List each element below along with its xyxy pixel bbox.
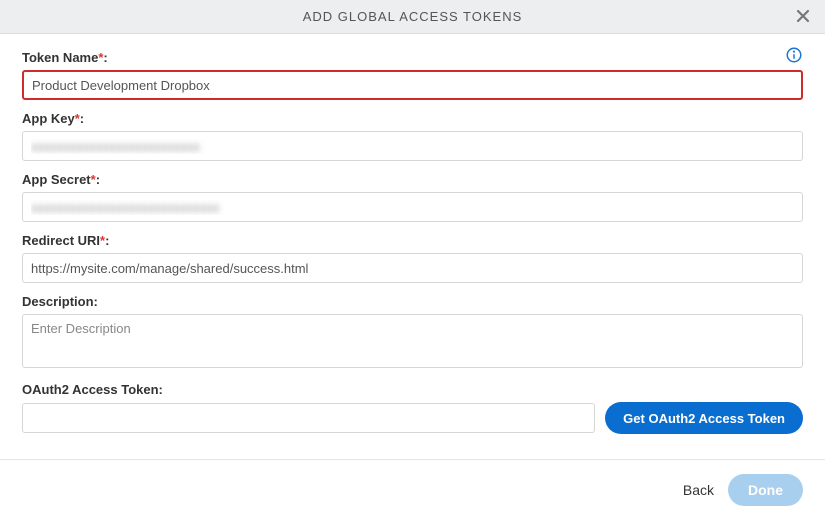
dialog-title: ADD GLOBAL ACCESS TOKENS — [303, 9, 523, 24]
field-token-name: Token Name*: — [22, 50, 803, 100]
field-redirect-uri: Redirect URI*: — [22, 233, 803, 283]
label-token-name: Token Name*: — [22, 50, 803, 65]
oauth-token-input[interactable] — [22, 403, 595, 433]
label-description: Description: — [22, 294, 803, 309]
back-button[interactable]: Back — [683, 482, 714, 498]
field-app-secret: App Secret*: — [22, 172, 803, 222]
dialog-header: ADD GLOBAL ACCESS TOKENS — [0, 0, 825, 34]
redirect-uri-input[interactable] — [22, 253, 803, 283]
field-app-key: App Key*: — [22, 111, 803, 161]
label-redirect-uri: Redirect URI*: — [22, 233, 803, 248]
app-key-input[interactable] — [22, 131, 803, 161]
dialog-footer: Back Done — [0, 459, 825, 524]
dialog-content: Token Name*: App Key*: App Secret*: Redi… — [0, 34, 825, 451]
done-button[interactable]: Done — [728, 474, 803, 506]
info-icon[interactable] — [785, 46, 803, 64]
label-app-key: App Key*: — [22, 111, 803, 126]
token-name-input[interactable] — [22, 70, 803, 100]
description-input[interactable] — [22, 314, 803, 368]
label-oauth-token: OAuth2 Access Token: — [22, 382, 803, 397]
get-oauth-token-button[interactable]: Get OAuth2 Access Token — [605, 402, 803, 434]
field-oauth-token: OAuth2 Access Token: Get OAuth2 Access T… — [22, 382, 803, 434]
close-icon[interactable] — [793, 6, 815, 28]
label-app-secret: App Secret*: — [22, 172, 803, 187]
app-secret-input[interactable] — [22, 192, 803, 222]
field-description: Description: — [22, 294, 803, 371]
